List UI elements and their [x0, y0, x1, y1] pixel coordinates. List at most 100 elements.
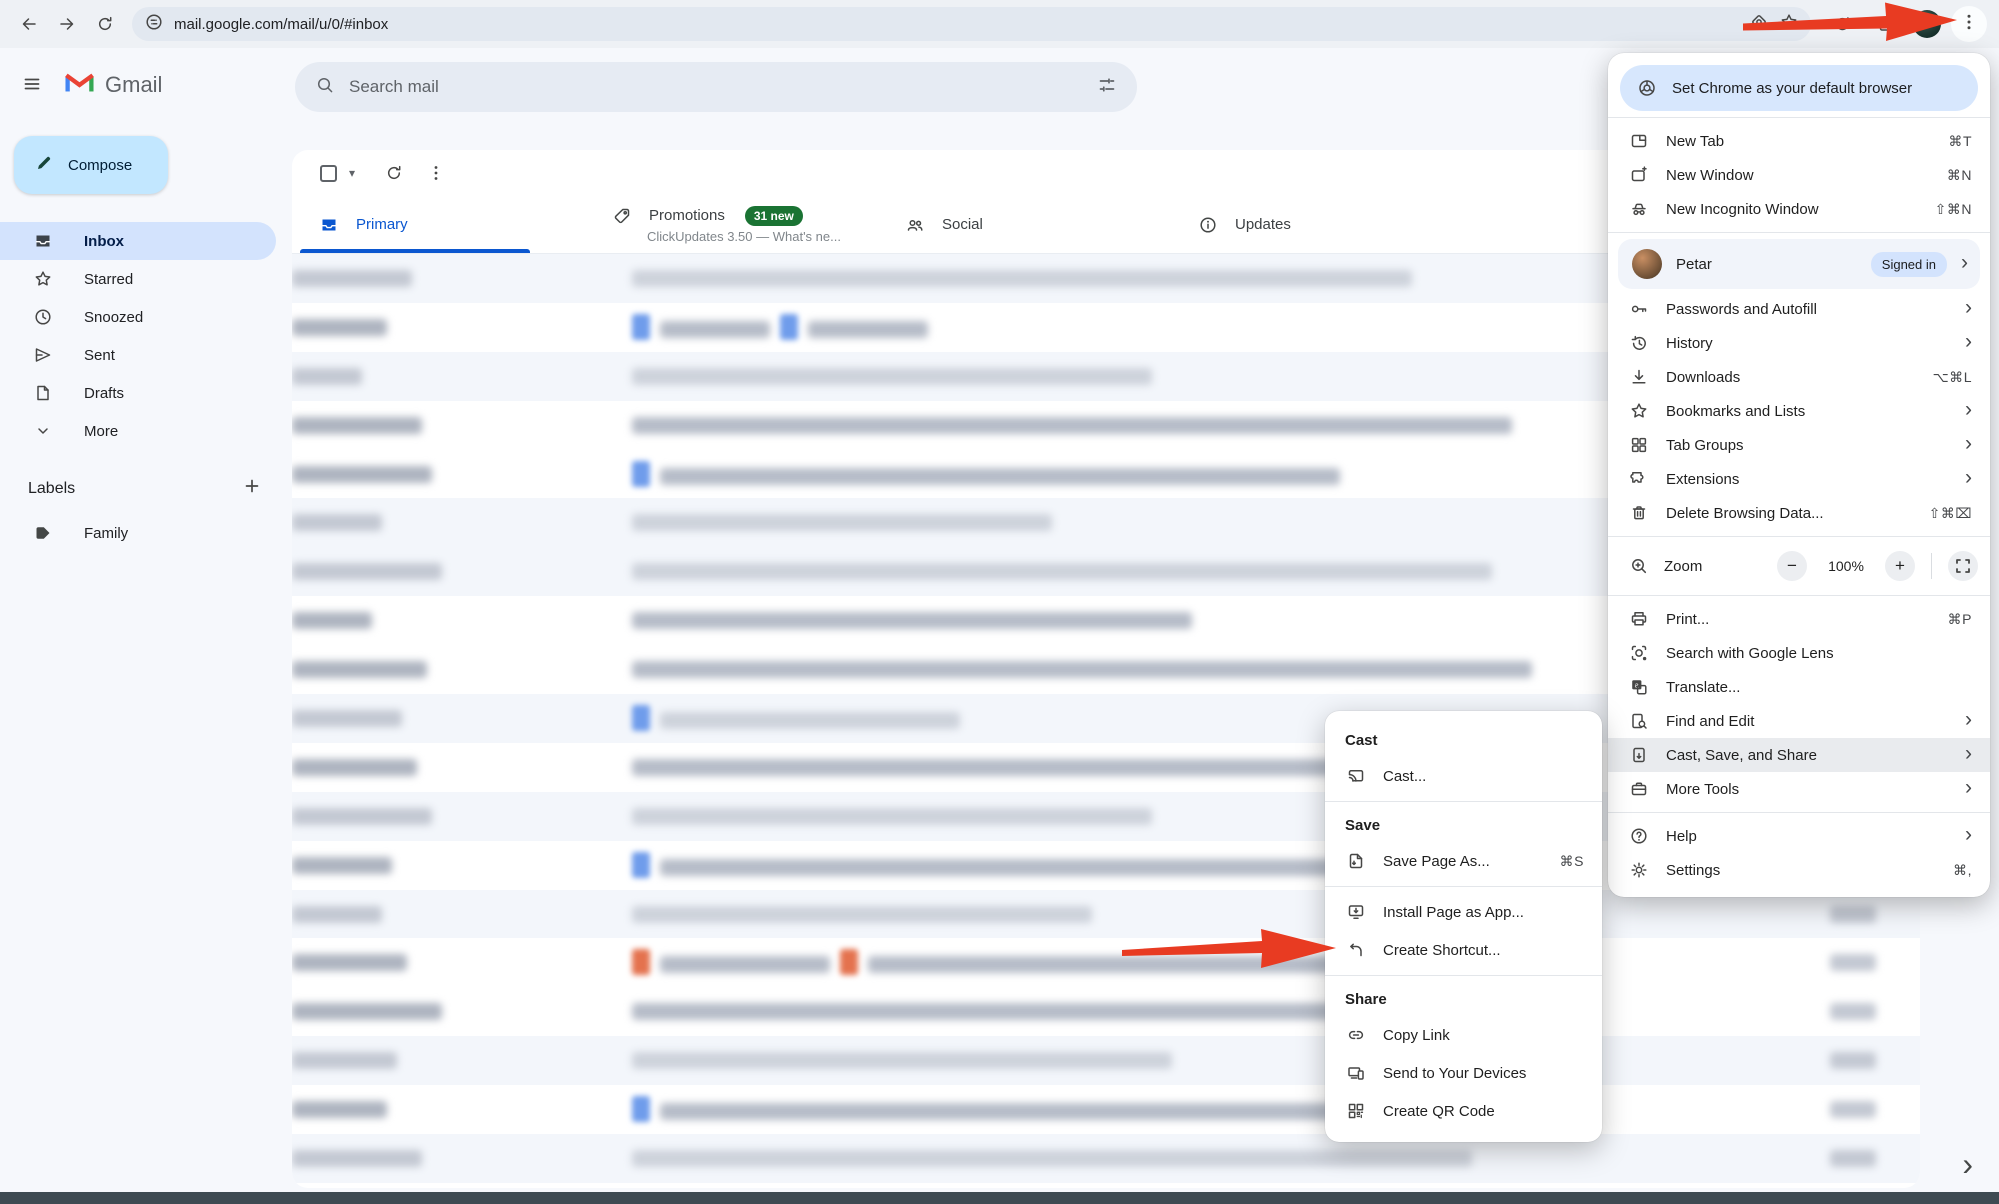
tune-icon[interactable] — [1097, 75, 1117, 100]
copy-link-icon — [1345, 1025, 1367, 1045]
redacted-subject — [632, 270, 1412, 287]
email-row[interactable] — [292, 1036, 1920, 1085]
submenu-item-cast[interactable]: Cast... — [1325, 757, 1602, 795]
sidebar-item-sent[interactable]: Sent — [0, 336, 276, 374]
menu-item-extensions[interactable]: Extensions› — [1608, 462, 1990, 496]
redacted-subject — [660, 956, 830, 973]
menu-item-search-with-google-lens[interactable]: Search with Google Lens — [1608, 636, 1990, 670]
redacted-subject — [660, 859, 1380, 876]
email-row[interactable] — [292, 1134, 1920, 1183]
menu-item-delete-browsing-data[interactable]: Delete Browsing Data...⇧⌘⌧ — [1608, 496, 1990, 530]
redacted-subject — [808, 321, 928, 338]
menu-item-find-and-edit[interactable]: Find and Edit› — [1608, 704, 1990, 738]
email-row[interactable] — [292, 987, 1920, 1036]
more-options-icon[interactable] — [419, 156, 453, 190]
passwords-icon — [1628, 299, 1650, 319]
reload-icon[interactable] — [88, 7, 122, 41]
chevron-right-icon: › — [1965, 777, 1972, 798]
menu-item-new-incognito-window[interactable]: New Incognito Window ⇧⌘N — [1608, 192, 1990, 226]
forward-icon[interactable] — [50, 7, 84, 41]
keyboard-shortcut: ⌥⌘L — [1933, 369, 1972, 386]
redacted-sender — [292, 661, 427, 678]
cast-save-share-submenu: CastCast...SaveSave Page As...⌘SInstall … — [1325, 711, 1602, 1142]
redacted-sender — [292, 710, 402, 727]
set-default-browser-button[interactable]: Set Chrome as your default browser — [1620, 65, 1978, 111]
menu-item-downloads[interactable]: Downloads⌥⌘L — [1608, 360, 1990, 394]
menu-item-print[interactable]: Print...⌘P — [1608, 602, 1990, 636]
back-icon[interactable] — [12, 7, 46, 41]
tab-primary[interactable]: Primary — [292, 196, 585, 253]
address-bar[interactable]: mail.google.com/mail/u/0/#inbox — [132, 7, 1811, 41]
star-icon — [32, 269, 54, 289]
menu-item-label: Translate... — [1666, 679, 1972, 696]
hamburger-icon[interactable] — [22, 74, 42, 99]
chrome-menu-button[interactable] — [1951, 6, 1987, 42]
bookmark-star-icon[interactable] — [1779, 12, 1799, 37]
submenu-item-create-qr-code[interactable]: Create QR Code — [1325, 1092, 1602, 1130]
compose-label: Compose — [68, 157, 132, 174]
site-info-icon[interactable] — [144, 12, 164, 37]
submenu-item-copy-link[interactable]: Copy Link — [1325, 1016, 1602, 1054]
menu-item-new-tab[interactable]: New Tab⌘T — [1608, 124, 1990, 158]
submenu-item-send-to-your-devices[interactable]: Send to Your Devices — [1325, 1054, 1602, 1092]
menu-item-label: New Incognito Window — [1666, 201, 1919, 218]
zoom-in-button[interactable]: + — [1885, 551, 1915, 581]
select-all-checkbox[interactable] — [320, 165, 337, 182]
primary-tab-icon — [318, 215, 340, 235]
zoom-out-button[interactable]: − — [1777, 551, 1807, 581]
refresh-icon[interactable] — [377, 156, 411, 190]
expand-chevron[interactable]: › — [1962, 1148, 1973, 1180]
email-row[interactable] — [292, 938, 1920, 987]
search-icon[interactable] — [315, 75, 335, 100]
sidebar-item-snoozed[interactable]: Snoozed — [0, 298, 276, 336]
search-input[interactable] — [349, 77, 1083, 97]
tab-social[interactable]: Social — [878, 196, 1171, 253]
menu-item-help[interactable]: Help› — [1608, 819, 1990, 853]
history-icon — [1628, 333, 1650, 353]
submenu-item-create-shortcut[interactable]: Create Shortcut... — [1325, 931, 1602, 969]
profile-avatar[interactable] — [1913, 10, 1941, 38]
menu-item-new-window[interactable]: New Window⌘N — [1608, 158, 1990, 192]
chrome-icon — [1636, 78, 1658, 98]
tab-promotions[interactable]: Promotions31 new ClickUpdates 3.50 — Wha… — [585, 196, 878, 253]
menu-item-tab-groups[interactable]: Tab Groups› — [1608, 428, 1990, 462]
sidebar-item-inbox[interactable]: Inbox — [0, 222, 276, 260]
sidebar-item-more[interactable]: More — [0, 412, 276, 450]
redacted-subject — [660, 1103, 1420, 1120]
translate-icon: a — [1628, 677, 1650, 697]
clipboard-icon[interactable] — [1869, 7, 1903, 41]
profile-menu-item[interactable]: PetarSigned in› — [1618, 239, 1980, 289]
redacted-content — [632, 509, 1052, 531]
sidebar-label-family[interactable]: Family — [0, 514, 276, 552]
menu-item-bookmarks-and-lists[interactable]: Bookmarks and Lists› — [1608, 394, 1990, 428]
menu-item-label: New Window — [1666, 167, 1931, 184]
compose-button[interactable]: Compose — [14, 136, 168, 194]
gmail-wordmark: Gmail — [105, 72, 162, 98]
sidebar-item-drafts[interactable]: Drafts — [0, 374, 276, 412]
zoom-level: 100% — [1821, 558, 1871, 574]
email-row[interactable] — [292, 1085, 1920, 1134]
sidebar-item-starred[interactable]: Starred — [0, 260, 276, 298]
select-dropdown-caret[interactable]: ▾ — [349, 166, 355, 180]
chevron-right-icon: › — [1961, 252, 1968, 273]
menu-divider — [1608, 595, 1990, 596]
lens-diamond-icon[interactable] — [1749, 12, 1769, 37]
submenu-item-install-page-as-app[interactable]: Install Page as App... — [1325, 893, 1602, 931]
redacted-sender — [292, 270, 412, 287]
menu-item-passwords-and-autofill[interactable]: Passwords and Autofill› — [1608, 292, 1990, 326]
menu-item-translate[interactable]: a Translate... — [1608, 670, 1990, 704]
menu-item-more-tools[interactable]: More Tools› — [1608, 772, 1990, 806]
submenu-item-save-page-as[interactable]: Save Page As...⌘S — [1325, 842, 1602, 880]
menu-item-history[interactable]: History› — [1608, 326, 1990, 360]
fullscreen-button[interactable] — [1948, 551, 1978, 581]
create-label-button[interactable] — [242, 476, 262, 501]
sync-c-icon[interactable] — [1825, 7, 1859, 41]
menu-item-settings[interactable]: Settings⌘, — [1608, 853, 1990, 887]
label-name: Family — [84, 525, 128, 542]
keyboard-shortcut: ⇧⌘N — [1935, 201, 1972, 218]
chevron-right-icon: › — [1965, 824, 1972, 845]
tab-updates[interactable]: Updates — [1171, 196, 1464, 253]
redacted-date — [1830, 1052, 1876, 1069]
redacted-subject — [632, 563, 1492, 580]
menu-item-cast-save-and-share[interactable]: Cast, Save, and Share› — [1608, 738, 1990, 772]
